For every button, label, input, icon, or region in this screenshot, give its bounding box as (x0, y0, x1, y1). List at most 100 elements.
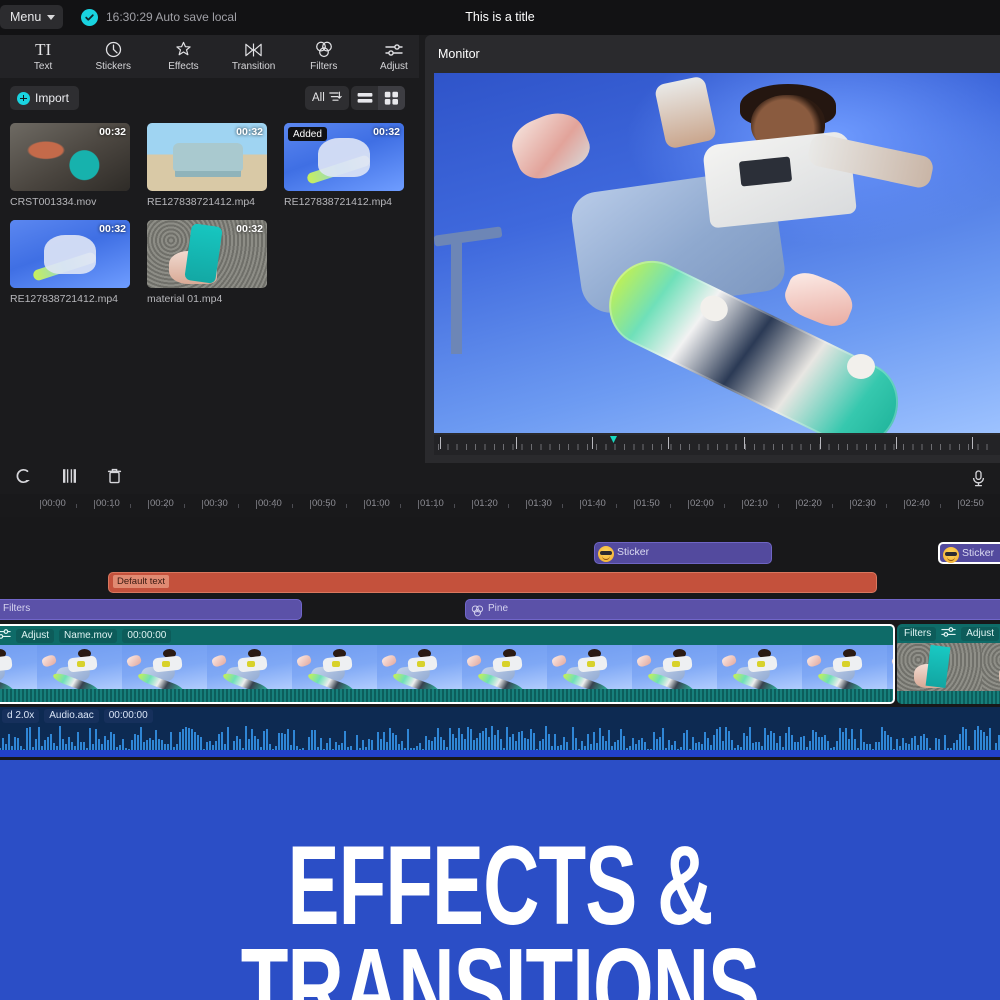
video-clip-adjust-tag[interactable]: Adjust (16, 629, 54, 643)
ruler-label: 01:10 (420, 498, 444, 509)
media-item[interactable]: 00:32 RE127838721412.mp4 (147, 123, 267, 208)
media-filename: RE127838721412.mp4 (284, 196, 404, 208)
media-duration: 00:32 (236, 126, 263, 138)
sliders-icon[interactable] (941, 625, 956, 643)
tab-filters[interactable]: Filters (299, 41, 349, 72)
audio-clip[interactable]: d 2.0x Audio.aac 00:00:00 (0, 707, 1000, 757)
filmstrip-frame (377, 645, 462, 693)
video-clip-header: Filters Adjust Name.mov 00:00:00 (0, 626, 893, 645)
timeline-toolbar (0, 463, 1000, 494)
media-duration: 00:32 (99, 223, 126, 235)
media-thumbnail[interactable]: 00:32 (10, 123, 130, 191)
monitor-ruler-major-tick (592, 437, 593, 449)
ruler-label: 00:30 (204, 498, 228, 509)
media-filter-label: All (312, 92, 325, 104)
preview-pole-top (434, 227, 502, 247)
media-filename: CRST001334.mov (10, 196, 130, 208)
tab-adjust[interactable]: Adjust (369, 41, 419, 72)
import-button[interactable]: Import (10, 86, 79, 110)
preview-shoe-left (505, 105, 595, 186)
tab-text-label: Text (34, 61, 52, 72)
monitor-panel: Monitor (425, 35, 1000, 463)
video-clip-time-tag: 00:00:00 (122, 629, 171, 643)
bowtie-transition-icon (244, 41, 263, 58)
media-thumbnail[interactable]: Added 00:32 (284, 123, 404, 191)
clock-sticker-icon (105, 41, 122, 58)
media-item[interactable]: 00:32 RE127838721412.mp4 (10, 220, 130, 305)
ruler-label: 02:50 (960, 498, 984, 509)
media-item[interactable]: 00:32 CRST001334.mov (10, 123, 130, 208)
video-clip-adjust-tag[interactable]: Adjust (961, 627, 999, 641)
ruler-label: 02:10 (744, 498, 768, 509)
text-clip[interactable]: Default text (108, 572, 877, 593)
monitor-ruler[interactable] (434, 435, 1000, 455)
promo-banner: EFFECTS & TRANSITIONS (0, 760, 1000, 1000)
filter-clip-label: Filters (3, 603, 30, 614)
sticker-clip[interactable]: Sticker (594, 542, 772, 564)
media-library-grid: 00:32 CRST001334.mov 00:32 RE12783872141… (10, 123, 410, 317)
media-duration: 00:32 (236, 223, 263, 235)
media-thumbnail[interactable]: 00:32 (147, 220, 267, 288)
three-circles-filter-icon (471, 604, 484, 622)
preview-arm-right (654, 76, 717, 150)
ruler-label: 02:00 (690, 498, 714, 509)
filmstrip-frame (37, 645, 122, 693)
filter-clip-label: Pine (488, 603, 508, 614)
ruler-label: 01:20 (474, 498, 498, 509)
audio-track-strip (0, 750, 1000, 757)
media-item[interactable]: 00:32 material 01.mp4 (147, 220, 267, 305)
video-clip[interactable]: Filters Adjust Name.mov 00:00:00 (0, 624, 895, 704)
tab-text[interactable]: TI Text (18, 41, 68, 72)
preview-frame-image (434, 73, 1000, 433)
ruler-label: 00:10 (96, 498, 120, 509)
video-clip-filters-tag[interactable]: Filters (899, 627, 936, 641)
text-clip-label: Default text (113, 575, 169, 588)
video-clip-name-tag: Name.mov (59, 629, 117, 643)
preview-pole (451, 239, 462, 354)
media-thumbnail[interactable]: 00:32 (147, 123, 267, 191)
grid-view-icon[interactable] (378, 86, 405, 110)
tab-stickers[interactable]: Stickers (88, 41, 138, 72)
filter-clip[interactable]: Filters (0, 599, 302, 620)
filter-clip[interactable]: Pine (465, 599, 1000, 620)
sliders-icon[interactable] (0, 627, 11, 645)
video-clip[interactable]: Filters Adjust (897, 624, 1000, 704)
filmstrip-frame (632, 645, 717, 693)
title-bar: Menu 16:30:29 Auto save local This is a … (0, 0, 1000, 35)
media-thumbnail[interactable]: 00:32 (10, 220, 130, 288)
list-view-icon[interactable] (351, 86, 378, 110)
filmstrip-frame (0, 645, 37, 693)
tool-tabs: TI Text Stickers Effects Transition (0, 35, 419, 78)
video-filmstrip (897, 643, 1000, 691)
left-panel: TI Text Stickers Effects Transition (0, 35, 419, 463)
media-duration: 00:32 (99, 126, 126, 138)
video-filmstrip (0, 645, 893, 693)
tab-transition[interactable]: Transition (229, 41, 279, 72)
sticker-clip[interactable]: Sticker (938, 542, 1000, 564)
media-item[interactable]: Added 00:32 RE127838721412.mp4 (284, 123, 404, 208)
tab-effects[interactable]: Effects (158, 41, 208, 72)
undo-icon[interactable] (14, 468, 32, 489)
media-row: 00:32 RE127838721412.mp4 00:32 material … (10, 220, 410, 305)
monitor-ruler-major-tick (668, 437, 669, 449)
trash-icon[interactable] (107, 468, 122, 489)
timeline-ruler[interactable]: 00:00 00:10 00:20 00:30 00:40 00:50 01:0… (0, 494, 1000, 517)
split-icon[interactable] (61, 468, 78, 489)
ruler-label: 00:20 (150, 498, 174, 509)
filmstrip-frame (122, 645, 207, 693)
ruler-label: 00:50 (312, 498, 336, 509)
video-preview[interactable] (434, 73, 1000, 433)
filmstrip-frame (292, 645, 377, 693)
import-button-label: Import (35, 91, 69, 105)
monitor-ruler-major-tick (896, 437, 897, 449)
media-filter-dropdown[interactable]: All (305, 86, 349, 110)
filmstrip-frame (897, 643, 982, 691)
video-clip-waveform (0, 689, 893, 702)
tab-transition-label: Transition (232, 61, 276, 72)
microphone-icon[interactable] (971, 470, 986, 492)
tab-filters-label: Filters (310, 61, 337, 72)
ruler-label: 02:20 (798, 498, 822, 509)
audio-name-tag: Audio.aac (44, 709, 98, 723)
monitor-label: Monitor (438, 47, 480, 61)
tab-effects-label: Effects (168, 61, 198, 72)
